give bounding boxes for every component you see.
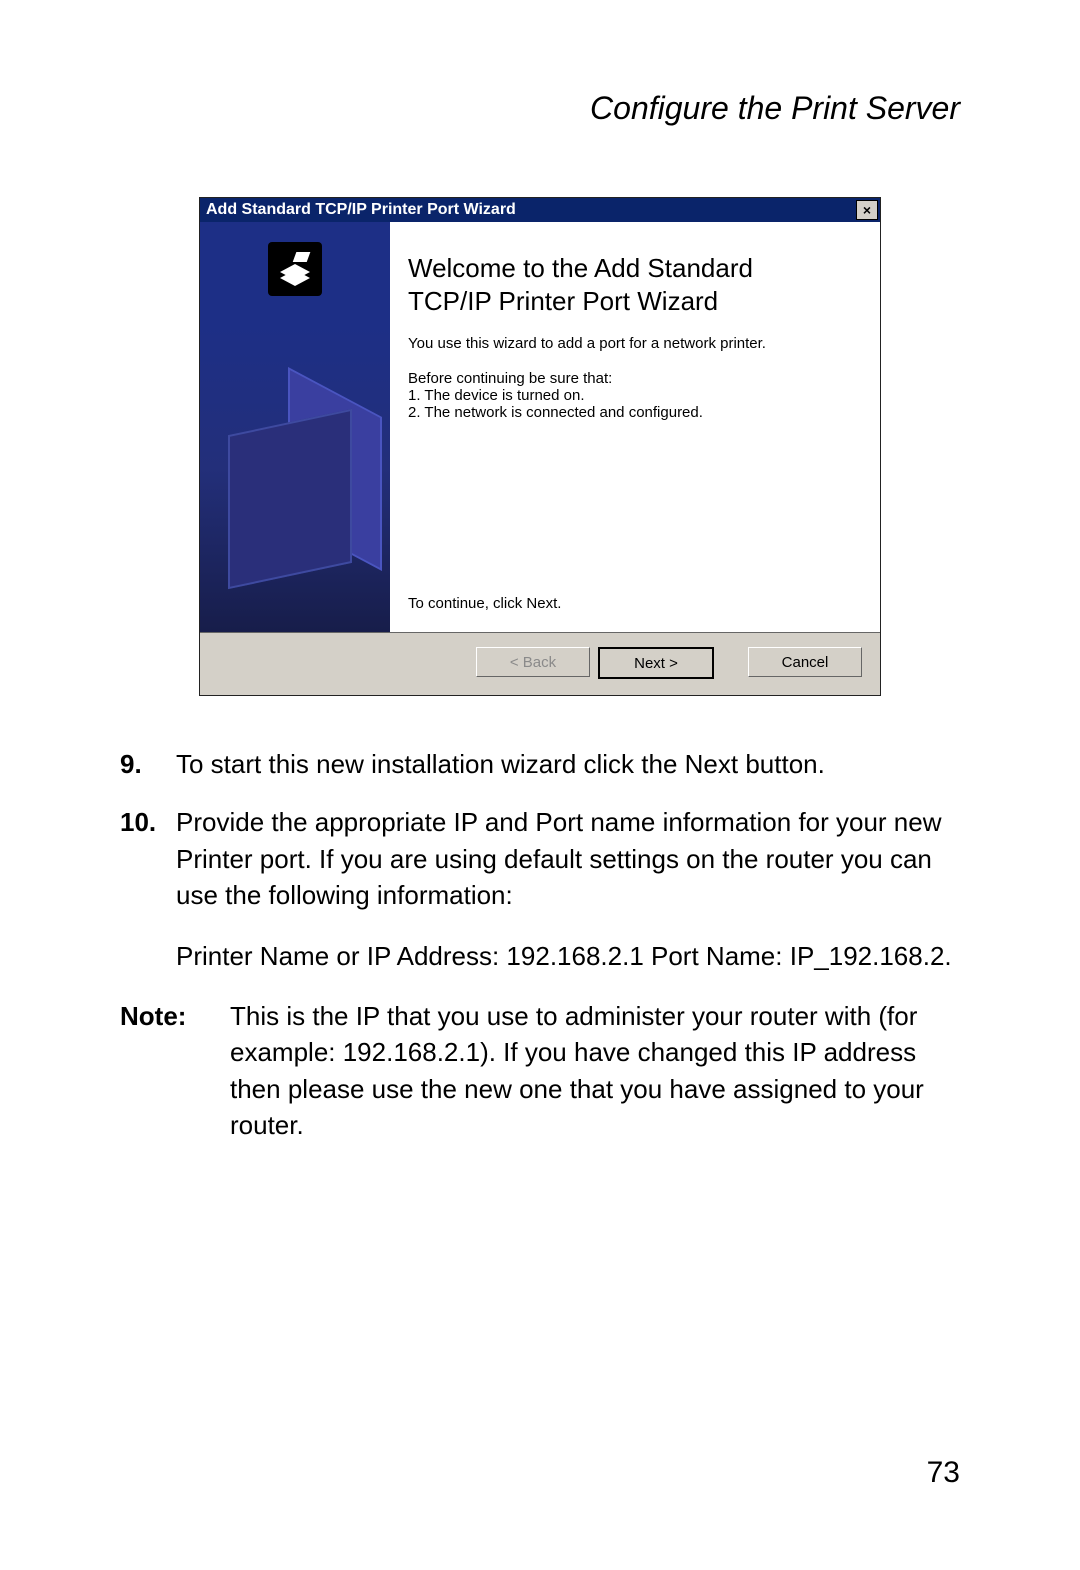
next-button[interactable]: Next >	[598, 647, 714, 679]
page-header: Configure the Print Server	[120, 90, 960, 127]
close-icon[interactable]: ×	[856, 200, 878, 220]
wizard-prereq-item: 1. The device is turned on.	[408, 387, 852, 404]
cancel-button[interactable]: Cancel	[748, 647, 862, 677]
wizard-intro-text: You use this wizard to add a port for a …	[408, 335, 852, 352]
wizard-heading: Welcome to the Add Standard TCP/IP Print…	[408, 252, 852, 317]
wizard-titlebar: Add Standard TCP/IP Printer Port Wizard …	[200, 198, 880, 222]
instruction-list: 9. To start this new installation wizard…	[120, 746, 960, 974]
step-number: 9.	[120, 746, 176, 782]
wizard-button-row: < Back Next > Cancel	[200, 633, 880, 695]
step-text: Provide the appropriate IP and Port name…	[176, 804, 960, 974]
step-text: To start this new installation wizard cl…	[176, 746, 960, 782]
wizard-prereq-item: 2. The network is connected and configur…	[408, 404, 852, 421]
wizard-continue-text: To continue, click Next.	[408, 595, 852, 612]
wizard-sidebar-graphic	[200, 222, 390, 632]
step-detail: Printer Name or IP Address: 192.168.2.1 …	[176, 938, 960, 974]
wizard-screenshot: Add Standard TCP/IP Printer Port Wizard …	[199, 197, 881, 696]
step-number: 10.	[120, 804, 176, 974]
instruction-step: 10. Provide the appropriate IP and Port …	[120, 804, 960, 974]
instruction-step: 9. To start this new installation wizard…	[120, 746, 960, 782]
wizard-sidebar-decoration	[228, 362, 368, 562]
document-page: Configure the Print Server Add Standard …	[0, 0, 1080, 1570]
wizard-title-text: Add Standard TCP/IP Printer Port Wizard	[206, 201, 516, 219]
note-block: Note: This is the IP that you use to adm…	[120, 998, 960, 1144]
note-label: Note:	[120, 998, 230, 1144]
back-button: < Back	[476, 647, 590, 677]
note-text: This is the IP that you use to administe…	[230, 998, 960, 1144]
printer-icon	[268, 242, 322, 296]
wizard-content: Welcome to the Add Standard TCP/IP Print…	[390, 222, 880, 632]
page-number: 73	[927, 1456, 960, 1490]
wizard-prereq-label: Before continuing be sure that:	[408, 370, 852, 387]
wizard-body: Welcome to the Add Standard TCP/IP Print…	[200, 222, 880, 633]
wizard-prereq-list: Before continuing be sure that: 1. The d…	[408, 370, 852, 421]
